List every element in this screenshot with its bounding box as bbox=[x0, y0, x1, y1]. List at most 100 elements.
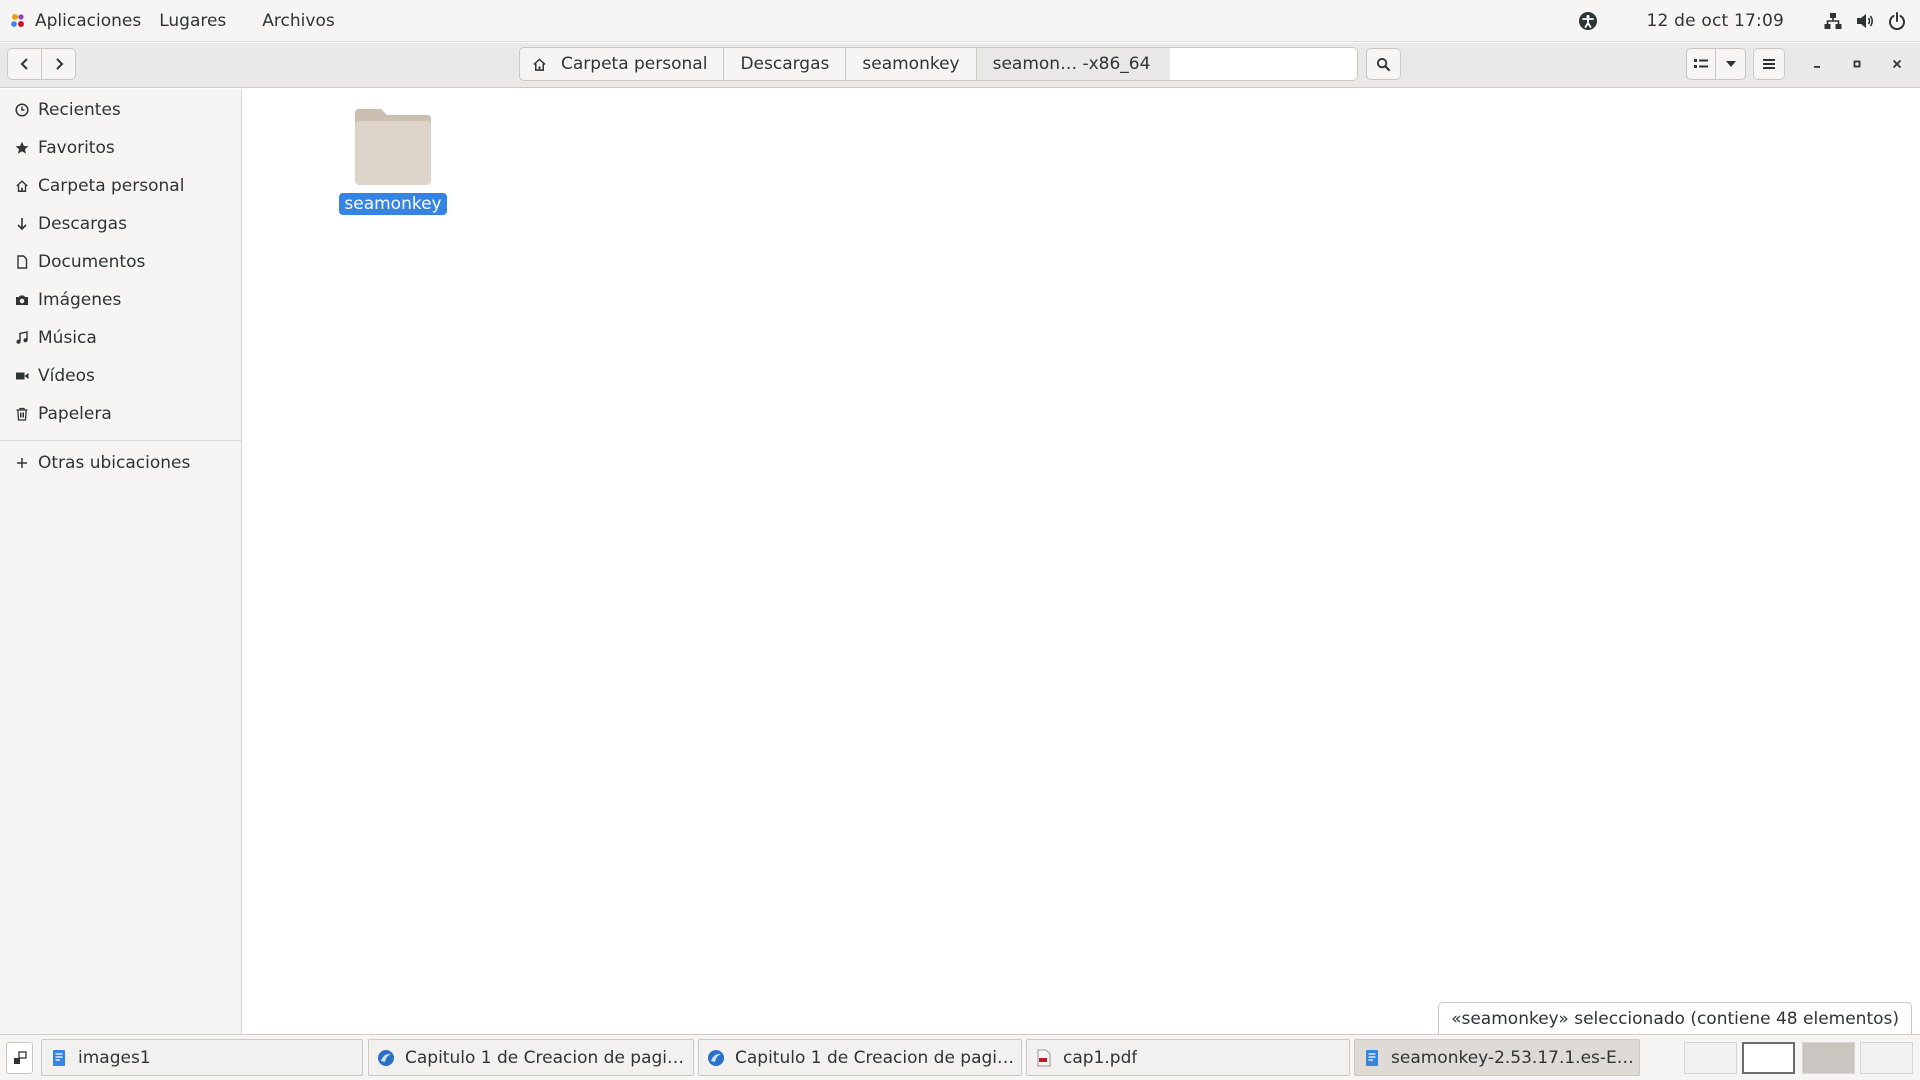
forward-button[interactable] bbox=[41, 48, 76, 80]
star-icon bbox=[14, 140, 30, 156]
main-menu-button[interactable] bbox=[1753, 48, 1785, 80]
sidebar-item-label: Música bbox=[38, 328, 97, 348]
sidebar-item-videos[interactable]: Vídeos bbox=[0, 357, 241, 395]
sidebar-item-documents[interactable]: Documentos bbox=[0, 243, 241, 281]
folder-icon bbox=[355, 109, 431, 185]
back-button[interactable] bbox=[7, 48, 42, 80]
taskbar-item-images1[interactable]: images1 bbox=[41, 1039, 363, 1076]
sidebar-item-trash[interactable]: Papelera bbox=[0, 395, 241, 433]
taskbar-item-label: seamonkey-2.53.17.1.es-ES.linux-x… bbox=[1391, 1047, 1639, 1068]
taskbar-item-pdf[interactable]: cap1.pdf bbox=[1026, 1039, 1350, 1076]
home-icon bbox=[14, 178, 30, 194]
plus-icon bbox=[14, 455, 30, 471]
sidebar-item-other-locations[interactable]: Otras ubicaciones bbox=[0, 444, 241, 482]
crumb-downloads-label: Descargas bbox=[740, 54, 830, 74]
accessibility-icon[interactable] bbox=[1575, 8, 1601, 34]
workspace-4[interactable] bbox=[1860, 1042, 1913, 1074]
crumb-home-label: Carpeta personal bbox=[561, 54, 708, 74]
view-options-dropdown[interactable] bbox=[1716, 48, 1746, 80]
crumb-seamonkey[interactable]: seamonkey bbox=[846, 48, 977, 80]
maximize-icon bbox=[1853, 60, 1861, 68]
close-button[interactable] bbox=[1884, 51, 1910, 77]
seamonkey-icon bbox=[378, 1049, 394, 1066]
text-document-icon bbox=[53, 1049, 65, 1066]
list-view-button[interactable] bbox=[1686, 48, 1716, 80]
chevron-left-icon bbox=[20, 58, 28, 70]
taskbar-item-browser-2[interactable]: Capitulo 1 de Creacion de paginas … bbox=[698, 1039, 1022, 1076]
seamonkey-icon bbox=[708, 1049, 724, 1066]
sidebar-item-downloads[interactable]: Descargas bbox=[0, 205, 241, 243]
sidebar-item-label: Favoritos bbox=[38, 138, 115, 158]
places-sidebar: Recientes Favoritos Carpeta personal Des… bbox=[0, 89, 242, 1034]
download-icon bbox=[14, 216, 30, 232]
sidebar-item-label: Carpeta personal bbox=[38, 176, 185, 196]
applications-menu[interactable]: Aplicaciones Lugares bbox=[0, 11, 244, 31]
hamburger-icon bbox=[1763, 59, 1775, 69]
taskbar-item-browser-1[interactable]: Capitulo 1 de Creacion de paginas … bbox=[368, 1039, 694, 1076]
search-icon bbox=[1376, 57, 1391, 71]
files-app-menu[interactable]: Archivos bbox=[262, 11, 334, 31]
sidebar-item-label: Otras ubicaciones bbox=[38, 453, 191, 473]
show-desktop-icon bbox=[13, 1051, 27, 1064]
top-bar: Aplicaciones Lugares Archivos 12 de oct … bbox=[0, 0, 1920, 42]
sidebar-item-pictures[interactable]: Imágenes bbox=[0, 281, 241, 319]
system-tray: 12 de oct 17:09 bbox=[1575, 0, 1920, 42]
crumb-downloads[interactable]: Descargas bbox=[724, 48, 847, 80]
taskbar-item-files[interactable]: seamonkey-2.53.17.1.es-ES.linux-x… bbox=[1354, 1039, 1640, 1076]
sidebar-item-label: Recientes bbox=[38, 100, 121, 120]
volume-icon[interactable] bbox=[1852, 8, 1878, 34]
text-document-icon bbox=[1366, 1049, 1378, 1066]
path-bar: Carpeta personal Descargas seamonkey sea… bbox=[519, 47, 1195, 81]
places-menu[interactable]: Lugares bbox=[159, 11, 226, 31]
header-bar: Carpeta personal Descargas seamonkey sea… bbox=[0, 43, 1920, 88]
video-icon bbox=[14, 368, 30, 384]
sidebar-item-label: Vídeos bbox=[38, 366, 95, 386]
crumb-seamonkey-label: seamonkey bbox=[862, 54, 960, 74]
workspace-2[interactable] bbox=[1742, 1042, 1795, 1074]
clock[interactable]: 12 de oct 17:09 bbox=[1647, 11, 1785, 31]
list-view-icon bbox=[1694, 59, 1708, 68]
crumb-current-label: seamon… -x86_64 bbox=[992, 54, 1151, 74]
sidebar-item-home[interactable]: Carpeta personal bbox=[0, 167, 241, 205]
trash-icon bbox=[14, 406, 30, 422]
crumb-current[interactable]: seamon… -x86_64 bbox=[976, 48, 1194, 80]
sidebar-item-starred[interactable]: Favoritos bbox=[0, 129, 241, 167]
document-icon bbox=[14, 254, 30, 270]
taskbar: images1 Capitulo 1 de Creacion de pagina… bbox=[0, 1034, 1920, 1080]
sidebar-item-label: Imágenes bbox=[38, 290, 122, 310]
music-icon bbox=[14, 330, 30, 346]
chevron-right-icon bbox=[55, 58, 63, 70]
caret-down-icon bbox=[1725, 61, 1736, 67]
home-icon bbox=[533, 57, 546, 71]
taskbar-item-label: Capitulo 1 de Creacion de paginas … bbox=[405, 1047, 693, 1068]
file-view[interactable]: seamonkey «seamonkey» seleccionado (cont… bbox=[243, 89, 1920, 1034]
sidebar-item-recent[interactable]: Recientes bbox=[0, 91, 241, 129]
location-search-field[interactable] bbox=[1170, 47, 1358, 81]
sidebar-item-label: Papelera bbox=[38, 404, 112, 424]
folder-label: seamonkey bbox=[339, 193, 447, 215]
taskbar-item-label: Capitulo 1 de Creacion de paginas … bbox=[735, 1047, 1021, 1068]
pdf-icon bbox=[1037, 1049, 1051, 1066]
power-icon[interactable] bbox=[1884, 8, 1910, 34]
search-button[interactable] bbox=[1366, 48, 1401, 80]
gnome-foot-icon bbox=[9, 12, 27, 30]
folder-item[interactable]: seamonkey bbox=[339, 107, 447, 215]
view-options bbox=[1686, 48, 1746, 80]
show-desktop-button[interactable] bbox=[6, 1042, 33, 1074]
camera-icon bbox=[14, 292, 30, 308]
workspace-1[interactable] bbox=[1684, 1042, 1737, 1074]
sidebar-item-label: Descargas bbox=[38, 214, 127, 234]
close-icon bbox=[1892, 59, 1902, 69]
network-wired-icon[interactable] bbox=[1820, 8, 1846, 34]
taskbar-item-label: cap1.pdf bbox=[1063, 1047, 1138, 1068]
minimize-button[interactable] bbox=[1804, 51, 1830, 77]
sidebar-item-music[interactable]: Música bbox=[0, 319, 241, 357]
sidebar-separator bbox=[0, 440, 241, 441]
selection-status: «seamonkey» seleccionado (contiene 48 el… bbox=[1438, 1002, 1912, 1034]
minimize-icon bbox=[1814, 66, 1820, 68]
applications-label: Aplicaciones bbox=[35, 10, 142, 31]
clock-icon bbox=[14, 102, 30, 118]
maximize-button[interactable] bbox=[1844, 51, 1870, 77]
crumb-home[interactable]: Carpeta personal bbox=[520, 48, 725, 80]
workspace-3[interactable] bbox=[1802, 1042, 1855, 1074]
